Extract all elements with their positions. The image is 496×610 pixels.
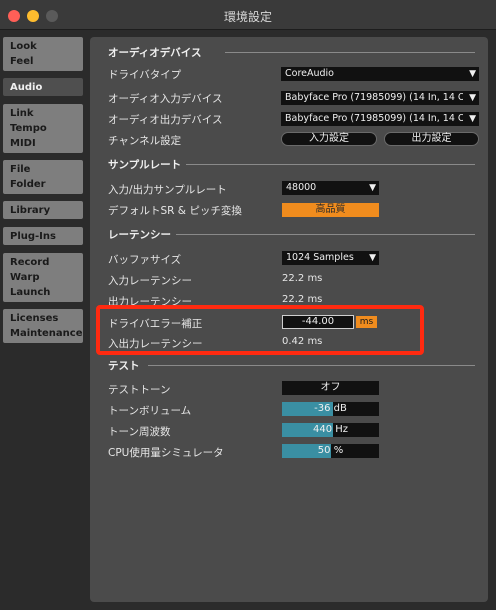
- tone-volume-value: -36 dB: [314, 403, 347, 414]
- output-device-label: オーディオ出力デバイス: [108, 114, 223, 126]
- output-latency-label: 出力レーテンシー: [108, 296, 192, 308]
- output-config-button[interactable]: 出力設定: [384, 132, 479, 146]
- buffer-size-label: バッファサイズ: [108, 254, 182, 266]
- section-audio-device: オーディオデバイス: [108, 47, 202, 59]
- tab-licenses-maintenance[interactable]: Licenses Maintenance: [3, 309, 83, 343]
- tone-frequency-value: 440 Hz: [312, 424, 349, 435]
- output-latency-value: 22.2 ms: [282, 294, 323, 305]
- tone-volume-label: トーンボリューム: [108, 405, 192, 417]
- section-divider: [186, 164, 475, 165]
- section-divider: [225, 52, 475, 53]
- chevron-down-icon: ▼: [369, 183, 376, 193]
- tab-link-tempo-midi[interactable]: Link Tempo MIDI: [3, 104, 83, 153]
- section-latency: レーテンシー: [108, 229, 171, 241]
- title-bar: 環境設定: [0, 0, 496, 30]
- section-divider: [176, 234, 475, 235]
- driver-type-dropdown[interactable]: CoreAudio ▼: [281, 67, 479, 81]
- sample-rate-dropdown[interactable]: 48000 ▼: [282, 181, 379, 195]
- overall-latency-value: 0.42 ms: [282, 336, 323, 347]
- cpu-simulator-value: 50 %: [317, 445, 344, 456]
- driver-error-unit[interactable]: ms: [356, 316, 377, 328]
- cpu-simulator-slider[interactable]: 50 %: [282, 444, 379, 458]
- sample-rate-label: 入力/出力サンプルレート: [108, 184, 227, 196]
- test-tone-toggle[interactable]: オフ: [282, 381, 379, 395]
- overall-latency-label: 入出力レーテンシー: [108, 338, 203, 350]
- test-tone-label: テストトーン: [108, 384, 171, 396]
- tab-plug-ins[interactable]: Plug-Ins: [3, 227, 83, 245]
- cpu-simulator-label: CPU使用量シミュレータ: [108, 447, 224, 459]
- tab-file-folder[interactable]: File Folder: [3, 160, 83, 194]
- input-device-value: Babyface Pro (71985099) (14 In, 14 Ou: [285, 92, 463, 103]
- chevron-down-icon: ▼: [469, 69, 476, 79]
- chevron-down-icon: ▼: [369, 253, 376, 263]
- tone-frequency-label: トーン周波数: [108, 426, 171, 438]
- tab-look-feel[interactable]: Look Feel: [3, 37, 83, 71]
- section-sample-rate: サンプルレート: [108, 159, 182, 171]
- input-device-dropdown[interactable]: Babyface Pro (71985099) (14 In, 14 Ou ▼: [281, 91, 479, 105]
- tab-audio[interactable]: Audio: [3, 78, 83, 96]
- driver-type-label: ドライバタイプ: [108, 69, 182, 81]
- driver-type-value: CoreAudio: [285, 68, 334, 79]
- default-sr-toggle[interactable]: 高品質: [282, 203, 379, 217]
- tone-frequency-slider[interactable]: 440 Hz: [282, 423, 379, 437]
- input-latency-label: 入力レーテンシー: [108, 275, 192, 287]
- buffer-size-value: 1024 Samples: [286, 252, 354, 263]
- tab-library[interactable]: Library: [3, 201, 83, 219]
- window-title: 環境設定: [223, 10, 272, 24]
- output-device-dropdown[interactable]: Babyface Pro (71985099) (14 In, 14 Ou ▼: [281, 112, 479, 126]
- tab-record-warp-launch[interactable]: Record Warp Launch: [3, 253, 83, 302]
- default-sr-label: デフォルトSR & ピッチ変換: [108, 205, 242, 217]
- buffer-size-dropdown[interactable]: 1024 Samples ▼: [282, 251, 379, 265]
- channel-config-label: チャンネル設定: [108, 135, 182, 147]
- input-device-label: オーディオ入力デバイス: [108, 93, 223, 105]
- section-test: テスト: [108, 360, 140, 372]
- input-latency-value: 22.2 ms: [282, 273, 323, 284]
- sample-rate-value: 48000: [286, 182, 317, 193]
- input-config-button[interactable]: 入力設定: [281, 132, 377, 146]
- preferences-sidebar: Look Feel Audio Link Tempo MIDI File Fol…: [0, 30, 88, 610]
- tone-volume-slider[interactable]: -36 dB: [282, 402, 379, 416]
- chevron-down-icon: ▼: [469, 93, 476, 103]
- section-divider: [148, 365, 475, 366]
- driver-error-label: ドライバエラー補正: [108, 318, 203, 330]
- driver-error-input[interactable]: -44.00: [282, 315, 354, 329]
- chevron-down-icon: ▼: [469, 114, 476, 124]
- output-device-value: Babyface Pro (71985099) (14 In, 14 Ou: [285, 113, 463, 124]
